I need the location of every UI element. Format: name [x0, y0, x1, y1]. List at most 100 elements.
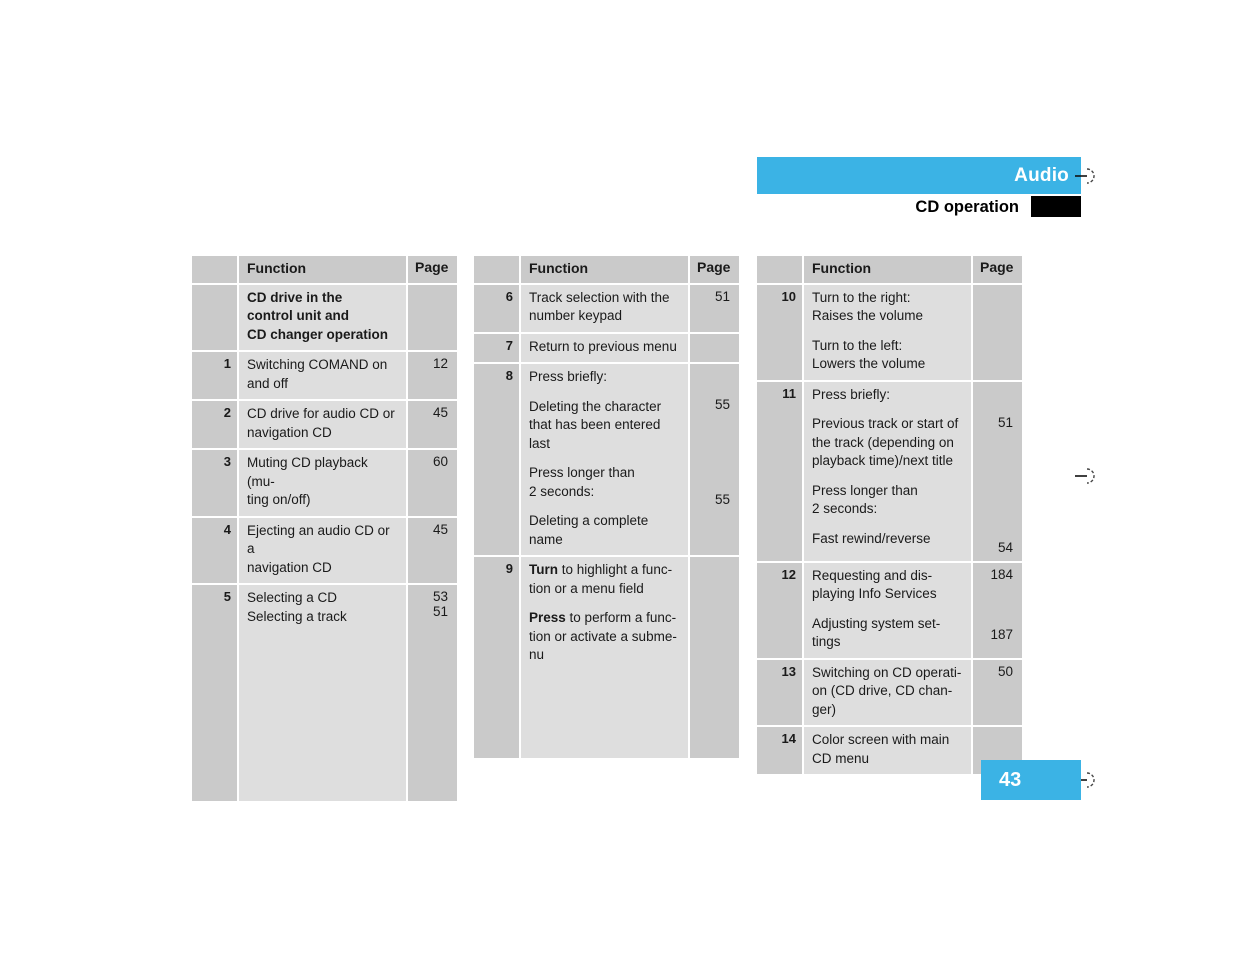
function-line: Ejecting an audio CD or a [247, 522, 390, 557]
section-title: CD operation [915, 198, 1019, 216]
function-line: Lowers the volume [812, 356, 926, 371]
function-line: Selecting a track [247, 608, 347, 624]
function-line: CD menu [812, 750, 870, 766]
row-page-number: 12 [408, 352, 457, 399]
table-row: 9 Turn to highlight a func-tion or a menu… [474, 557, 739, 758]
page-ref: 55 [714, 492, 730, 507]
page-ref: 45 [432, 521, 448, 537]
row-page-number: 50 [973, 659, 1022, 725]
table-row: 6 Track selection with the number keypad 51 [474, 284, 739, 332]
function-line: Press to perform a func- [529, 610, 677, 625]
function-line: Press briefly: [529, 369, 608, 384]
table-header-row: Function Page [757, 256, 1022, 283]
function-line: Turn to the right: [812, 289, 911, 305]
page-ref: 60 [432, 454, 448, 469]
row-function-text: Switching COMAND on and off [239, 352, 406, 399]
row-number: 11 [757, 381, 802, 561]
legend-table-2: Function Page 6 Track selection with the num… [474, 256, 739, 758]
function-line: ting on/off) [247, 492, 311, 507]
column-header-page: Page [690, 256, 739, 283]
table-row: 2 CD drive for audio CD or navigation CD 45 [192, 401, 457, 448]
row-number: 3 [192, 450, 237, 516]
page-ref: 51 [714, 288, 730, 304]
row-page-number: 55 55 [690, 364, 739, 555]
row-page-number [973, 284, 1022, 380]
function-line: Fast rewind/reverse [812, 530, 931, 546]
function-line: on (CD drive, CD chan- [812, 683, 953, 698]
function-line: Return to previous menu [529, 338, 677, 354]
row-function-text: Turn to highlight a func-tion or a menu … [521, 557, 688, 758]
chapter-title: Audio [1014, 165, 1069, 186]
row-page-number: 184 187 [973, 562, 1022, 658]
function-line: navigation CD [247, 424, 332, 440]
row-number: 4 [192, 517, 237, 583]
function-line: Adjusting system set- [812, 615, 941, 631]
row-function-text: Return to previous menu [521, 333, 688, 362]
row-page-number [408, 284, 457, 350]
table-row: 12 Requesting and dis-playing Info Servic… [757, 562, 1022, 658]
row-number: 5 [192, 585, 237, 801]
table-row: 13 Switching on CD operati-on (CD drive, … [757, 659, 1022, 725]
function-line: Turn to the left: [812, 337, 903, 353]
row-page-number: 60 [408, 450, 457, 516]
row-number: 7 [474, 333, 519, 362]
function-line: Raises the volume [812, 308, 924, 323]
emphasis-word: Turn [529, 562, 558, 577]
row-function-text: Ejecting an audio CD or a navigation CD [239, 517, 406, 583]
table-row: 5 Selecting a CD Selecting a track 53 51 [192, 585, 457, 801]
table-row: 1 Switching COMAND on and off 12 [192, 352, 457, 399]
function-line: CD changer operation [247, 326, 389, 342]
row-number: 8 [474, 364, 519, 555]
column-header-function: Function [804, 256, 971, 283]
row-function-text: Requesting and dis-playing Info Services… [804, 562, 971, 658]
function-line: the track (depending on [812, 434, 954, 450]
row-function-text: Switching on CD operati-on (CD drive, CD… [804, 659, 971, 725]
function-line: and off [247, 375, 289, 391]
row-function-text: Turn to the right: Raises the volume Turn … [804, 284, 971, 380]
table-header-row: Function Page [474, 256, 739, 283]
row-number: 9 [474, 557, 519, 758]
row-number: 12 [757, 562, 802, 658]
column-header-page: Page [408, 256, 457, 283]
function-line: tion or activate a subme- [529, 628, 677, 644]
function-line: control unit and [247, 308, 349, 323]
table-row: 7 Return to previous menu [474, 333, 739, 362]
function-line: Selecting a CD [247, 590, 338, 605]
column-header-function: Function [239, 256, 406, 283]
row-number: 6 [474, 284, 519, 332]
page-ref: 51 [997, 414, 1013, 430]
function-line: Deleting a complete [529, 513, 649, 528]
function-line: 2 seconds: [812, 501, 878, 516]
page-number: 43 [999, 769, 1022, 791]
column-header-number [474, 256, 519, 283]
chapter-header-bar: Audio [757, 157, 1081, 194]
function-line: ger) [812, 701, 837, 717]
function-line: Requesting and dis- [812, 567, 933, 583]
section-header-row: CD operation [757, 195, 1081, 219]
table-row: 11 Press briefly: Previous track or start … [757, 381, 1022, 561]
table-row: CD drive in the control unit and CD change… [192, 284, 457, 350]
row-number: 10 [757, 284, 802, 380]
row-function-text: Muting CD playback (mu-ting on/off) [239, 450, 406, 516]
row-page-number: 45 [408, 517, 457, 583]
function-line: playback time)/next title [812, 453, 954, 468]
function-line: that has been entered [529, 417, 661, 432]
row-page-number [690, 557, 739, 758]
column-header-page: Page [973, 256, 1022, 283]
row-page-number: 51 [690, 284, 739, 332]
page-ref: 45 [432, 405, 448, 420]
chapter-thumb-tab [1031, 196, 1081, 217]
page-ref: 12 [432, 356, 448, 371]
row-function-text: CD drive in the control unit and CD change… [239, 284, 406, 350]
table-row: 4 Ejecting an audio CD or a navigation CD 4… [192, 517, 457, 583]
function-line: Track selection with the [529, 289, 670, 305]
page-ref: 55 [714, 397, 730, 412]
page-ref: 50 [997, 663, 1013, 679]
function-line: Press briefly: [812, 386, 891, 402]
row-number: 2 [192, 401, 237, 448]
function-line: CD drive for audio CD or [247, 406, 395, 421]
function-line: Press longer than [529, 465, 635, 480]
function-line: Switching on CD operati- [812, 664, 962, 680]
row-number [192, 284, 237, 350]
row-function-text: CD drive for audio CD or navigation CD [239, 401, 406, 448]
